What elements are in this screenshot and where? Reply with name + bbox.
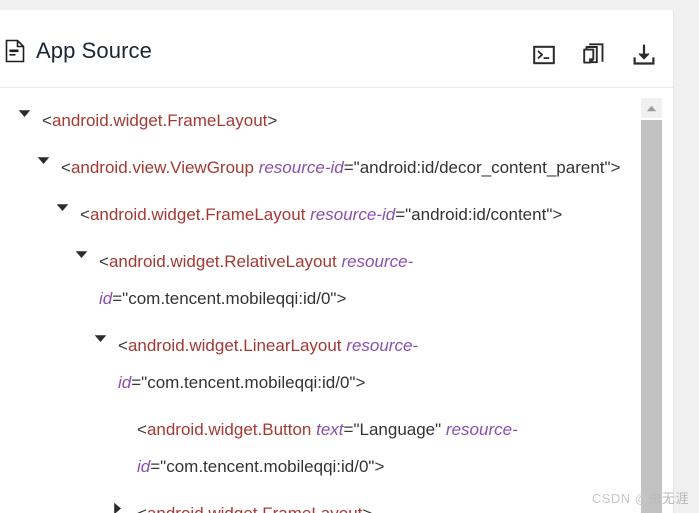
scroll-up-button[interactable] <box>641 98 662 118</box>
app-source-panel: App Source <android.widget.FrameLayout> … <box>0 10 673 513</box>
source-tree: <android.widget.FrameLayout> <android.vie… <box>0 89 641 513</box>
watermark-prefix: CSDN @ <box>591 491 649 506</box>
page-title: App Source <box>36 38 152 63</box>
copy-icon[interactable] <box>579 40 609 70</box>
tree-node[interactable]: <android.view.ViewGroup resource-id="and… <box>0 144 641 191</box>
tree-node-text: <android.widget.FrameLayout> <box>42 111 278 130</box>
document-icon <box>4 39 26 63</box>
header-toolbar <box>529 40 659 70</box>
watermark-author: 虫无涯 <box>648 491 689 506</box>
terminal-icon[interactable] <box>529 40 559 70</box>
chevron-down-icon[interactable] <box>18 109 32 123</box>
panel-header: App Source <box>0 10 673 88</box>
chevron-down-icon[interactable] <box>56 203 70 217</box>
tree-node[interactable]: <android.widget.FrameLayout resource-id=… <box>0 191 641 238</box>
tree-node[interactable]: <android.widget.LinearLayout resource-id… <box>0 322 641 406</box>
chevron-down-icon[interactable] <box>94 334 108 348</box>
tree-node-text: <android.widget.FrameLayout resource-id=… <box>80 205 563 224</box>
window-right-gutter <box>673 0 699 513</box>
app-window: App Source <android.widget.FrameLayout> … <box>0 0 699 513</box>
watermark: CSDN @虫无涯 <box>592 488 689 507</box>
tree-node-text: <android.view.ViewGroup resource-id="and… <box>61 158 621 177</box>
tree-node-text: <android.widget.Button text="Language" r… <box>137 420 518 476</box>
tree-node-text: <android.widget.RelativeLayout resource-… <box>99 252 414 308</box>
caret-up-icon <box>646 105 657 111</box>
vertical-scrollbar[interactable] <box>641 98 662 513</box>
panel-right-edge <box>673 10 674 513</box>
tree-node[interactable]: <android.widget.Button text="Language" r… <box>0 406 641 490</box>
tree-scroll-area[interactable]: <android.widget.FrameLayout> <android.vie… <box>0 89 673 513</box>
chevron-right-icon[interactable] <box>113 502 127 513</box>
tree-node-text: <android.widget.FrameLayout> <box>137 495 629 513</box>
title-group: App Source <box>4 38 152 64</box>
chevron-down-icon[interactable] <box>37 156 51 170</box>
tree-node[interactable]: <android.widget.FrameLayout> <box>0 97 641 144</box>
tree-node-text: <android.widget.LinearLayout resource-id… <box>118 336 419 392</box>
download-icon[interactable] <box>629 40 659 70</box>
tree-node[interactable]: <android.widget.FrameLayout> <box>0 490 641 513</box>
chevron-down-icon[interactable] <box>75 250 89 264</box>
tree-node[interactable]: <android.widget.RelativeLayout resource-… <box>0 238 641 322</box>
scrollbar-thumb[interactable] <box>641 120 662 513</box>
